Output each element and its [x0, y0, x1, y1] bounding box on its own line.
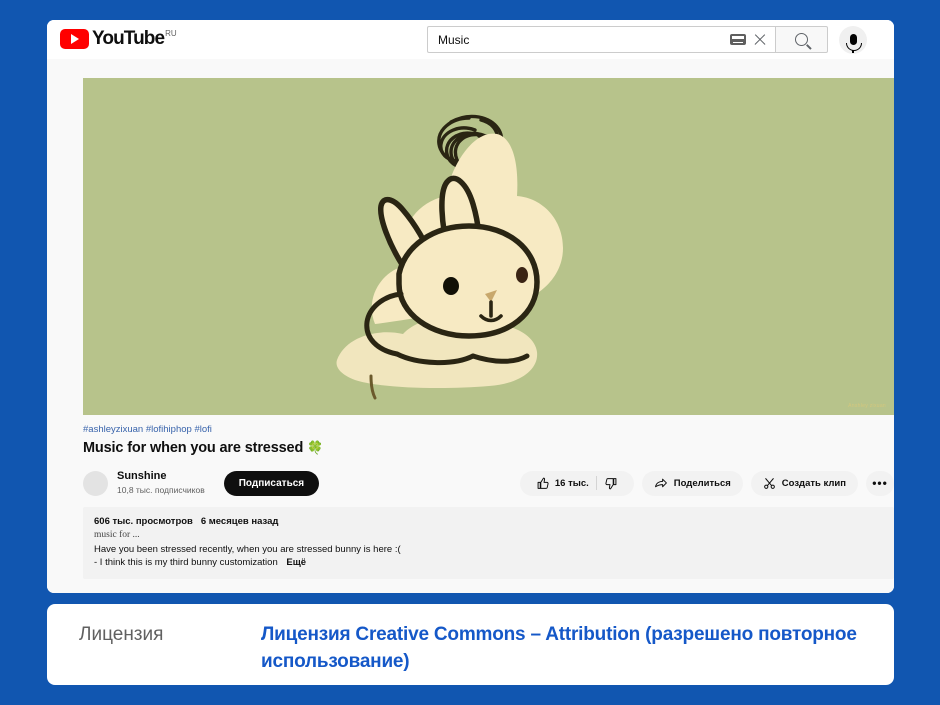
video-hashtags[interactable]: #ashleyzixuan #lofihiphop #lofi [83, 424, 894, 436]
description-stats: 606 тыс. просмотров 6 месяцев назад [94, 515, 883, 529]
bunny-illustration [336, 114, 563, 400]
keyboard-icon[interactable] [730, 34, 746, 45]
license-callout-panel: Лицензия Лицензия Creative Commons – Att… [47, 604, 894, 685]
search-inline-icons [730, 33, 775, 47]
close-icon[interactable] [753, 33, 767, 47]
youtube-country-code: RU [165, 29, 177, 38]
search-button[interactable] [775, 26, 828, 53]
voice-search-button[interactable] [839, 25, 867, 54]
subscribe-button[interactable]: Подписаться [223, 470, 320, 496]
bunny-right-eye [515, 267, 528, 283]
share-label: Поделиться [673, 477, 731, 489]
youtube-logo[interactable]: YouTube RU [60, 29, 177, 51]
bunny-left-eye [442, 277, 459, 295]
search-input[interactable]: Music [427, 26, 775, 53]
like-button[interactable]: 16 тыс. [530, 477, 596, 490]
publish-date: 6 месяцев назад [200, 516, 279, 527]
show-more-link[interactable]: Ещё [286, 557, 306, 568]
clover-icon: 🍀 [307, 440, 324, 455]
video-watermark: Anshley zixuan [848, 403, 886, 409]
dislike-button[interactable] [597, 477, 624, 490]
search-area: Music [427, 25, 867, 54]
channel-subscribers: 10,8 тыс. подписчиков [117, 485, 205, 495]
like-dislike-group: 16 тыс. [519, 470, 634, 496]
channel-name[interactable]: Sunshine [117, 470, 205, 483]
bunny-head [395, 223, 540, 339]
share-button[interactable]: Поделиться [641, 470, 743, 496]
create-clip-button[interactable]: Создать клип [750, 470, 858, 496]
microphone-icon [846, 34, 862, 53]
share-arrow-icon [654, 478, 667, 487]
description-line-3-text: - I think this is my third bunny customi… [94, 557, 278, 568]
callout-license-link[interactable]: Лицензия Creative Commons – Attribution … [261, 621, 870, 675]
video-title-text: Music for when you are stressed [83, 440, 304, 456]
thumbs-up-icon [537, 477, 549, 489]
like-count: 16 тыс. [554, 477, 589, 489]
youtube-header: YouTube RU Music [47, 20, 894, 59]
video-title-block: #ashleyzixuan #lofihiphop #lofi Music fo… [83, 424, 894, 458]
scissors-icon [763, 477, 775, 489]
youtube-logo-text: YouTube [92, 28, 165, 49]
search-input-value: Music [438, 32, 470, 47]
youtube-play-icon [60, 29, 89, 49]
youtube-page-card: YouTube RU Music Anshley zixuan #ashleyz… [47, 20, 894, 593]
video-title: Music for when you are stressed 🍀 [83, 438, 894, 458]
video-player[interactable]: Anshley zixuan [83, 78, 894, 415]
search-icon [795, 33, 808, 46]
channel-row: Sunshine 10,8 тыс. подписчиков Подписать… [83, 465, 894, 501]
create-clip-label: Создать клип [781, 477, 846, 489]
callout-license-label: Лицензия [79, 624, 164, 645]
more-actions-button[interactable]: ••• [866, 470, 894, 496]
description-line-1: music for ... [94, 530, 140, 540]
description-line-3: - I think this is my third bunny customi… [94, 556, 883, 570]
video-actions: 16 тыс. Поделиться Создать клип ••• [519, 470, 894, 496]
channel-meta: Sunshine 10,8 тыс. подписчиков [117, 470, 205, 496]
video-description[interactable]: 606 тыс. просмотров 6 месяцев назад musi… [83, 507, 894, 579]
description-line-2: Have you been stressed recently, when yo… [94, 543, 401, 555]
youtube-body: Anshley zixuan #ashleyzixuan #lofihiphop… [47, 59, 894, 593]
thumbs-down-icon [605, 477, 617, 489]
view-count: 606 тыс. просмотров [94, 516, 193, 527]
avatar[interactable] [83, 470, 108, 496]
